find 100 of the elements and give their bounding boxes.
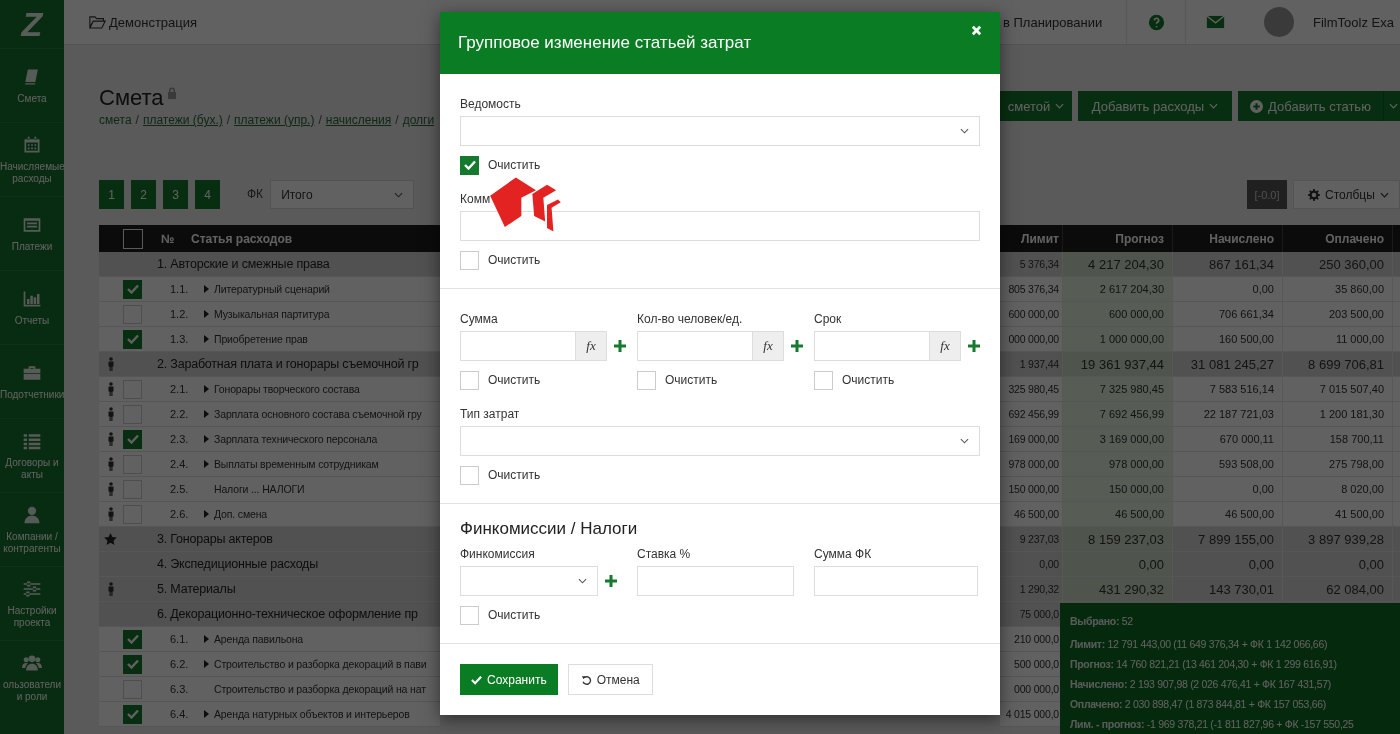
expand-icon[interactable] — [204, 285, 209, 293]
person-icon — [106, 507, 115, 521]
project-link[interactable]: Демонстрация — [89, 14, 198, 30]
fk-select[interactable]: Итого — [270, 180, 415, 209]
table-row[interactable]: 6.2. Строительство и разборка декораций в пави — [99, 652, 440, 677]
breadcrumb-link[interactable]: начисления — [325, 113, 392, 127]
table-row[interactable]: 2.1. Гонорары творческого состава — [99, 377, 440, 402]
table-cell: 1 937,44 — [1019, 358, 1059, 370]
avatar[interactable] — [1264, 7, 1294, 37]
expand-icon[interactable] — [204, 435, 209, 443]
amount-field[interactable]: fx — [814, 331, 961, 361]
formula-addon[interactable]: fx — [575, 332, 606, 360]
sidebar-item[interactable]: Компании / контрагенты — [0, 492, 64, 566]
amount-field[interactable]: fx — [460, 331, 607, 361]
table-row[interactable]: 2.6. Доп. смена — [99, 502, 440, 527]
page-button[interactable]: 2 — [131, 180, 156, 209]
row-checkbox[interactable] — [123, 429, 142, 449]
folder-icon — [89, 15, 106, 29]
sidebar-item[interactable]: ользователи и роли — [0, 640, 64, 714]
table-row[interactable]: 6.3. Строительство и разборка декораций на нат — [99, 677, 440, 702]
expand-icon[interactable] — [204, 410, 209, 418]
table-cell: 1 290,32 — [1019, 583, 1059, 595]
table-row[interactable]: 2.2. Зарплата основного состава съемочной гру — [99, 402, 440, 427]
expand-icon[interactable] — [204, 335, 209, 343]
sidebar-item[interactable]: Настройки проекта — [0, 566, 64, 640]
plus-icon[interactable] — [605, 575, 617, 587]
fee-select[interactable] — [460, 566, 598, 596]
expand-icon[interactable] — [204, 460, 209, 468]
amount-field[interactable]: fx — [637, 331, 784, 361]
expand-icon[interactable] — [204, 385, 209, 393]
table-row[interactable]: 6. Декорационно-техническое оформление пр — [99, 602, 440, 627]
expand-icon[interactable] — [204, 635, 209, 643]
comment-field[interactable] — [460, 211, 980, 241]
help-icon[interactable] — [1147, 13, 1165, 31]
sidebar-item[interactable]: Смета — [0, 48, 64, 122]
expand-icon[interactable] — [204, 310, 209, 318]
row-checkbox[interactable] — [123, 654, 142, 674]
row-checkbox[interactable] — [123, 329, 142, 349]
expand-icon[interactable] — [204, 510, 209, 518]
sliders-icon — [22, 579, 42, 599]
logo[interactable]: Z — [0, 0, 64, 48]
select-all-checkbox[interactable] — [123, 228, 143, 249]
breadcrumb-link[interactable]: платежи (бух.) — [142, 113, 223, 127]
sidebar-item[interactable]: Отчеты — [0, 270, 64, 344]
columns-button[interactable]: Столбцы — [1293, 180, 1400, 209]
action-button[interactable]: сметой — [1000, 91, 1072, 121]
action-button[interactable]: Добавить статью — [1238, 91, 1383, 121]
plus-icon[interactable] — [968, 340, 980, 352]
breadcrumb-link[interactable]: долги — [402, 113, 435, 127]
chevron-down-icon — [960, 438, 969, 444]
table-row[interactable]: 4. Экспедиционные расходы — [99, 552, 440, 577]
table-cell: 4 217 204,30 — [1088, 256, 1164, 272]
expand-icon[interactable] — [204, 710, 209, 718]
save-button[interactable]: Сохранить — [460, 664, 558, 695]
fee-sum-field[interactable] — [814, 566, 978, 596]
formula-addon[interactable]: fx — [752, 332, 783, 360]
table-row[interactable]: 6.1. Аренда павильона — [99, 627, 440, 652]
page-button[interactable]: 1 — [99, 180, 124, 209]
caret-icon — [1055, 103, 1065, 109]
page-button[interactable]: 4 — [195, 180, 220, 209]
project-status[interactable]: в Планировании — [1000, 14, 1126, 30]
table-row[interactable]: 5. Материалы — [99, 577, 440, 602]
plus-icon[interactable] — [791, 340, 803, 352]
table-row[interactable]: 2.3. Зарплата технического персонала — [99, 427, 440, 452]
page-button[interactable]: 3 — [163, 180, 188, 209]
table-row[interactable]: 1.1. Литературный сценарий — [99, 277, 440, 302]
sidebar-item[interactable]: Платежи — [0, 196, 64, 270]
sidebar-item[interactable]: Подотчетники — [0, 344, 64, 418]
table-cell: 0,00 — [1358, 556, 1384, 572]
action-button[interactable]: Добавить расходы — [1078, 91, 1232, 121]
table-row[interactable]: 2.5. Налоги ... НАЛОГИ — [99, 477, 440, 502]
row-checkbox[interactable] — [123, 629, 142, 649]
person-icon — [106, 582, 115, 596]
table-cell: 0,00 — [1138, 556, 1164, 572]
table-row[interactable]: 2. Заработная плата и гонорары съемочной гр — [99, 352, 440, 377]
mail-icon[interactable] — [1205, 15, 1225, 29]
table-row[interactable]: 1.3. Приобретение прав — [99, 327, 440, 352]
row-checkbox[interactable] — [123, 704, 142, 724]
table-row[interactable]: 1. Авторские и смежные права — [99, 252, 440, 277]
breadcrumb-link[interactable]: смета — [99, 113, 132, 127]
close-icon[interactable] — [971, 24, 982, 36]
calendar-icon — [22, 135, 42, 155]
field-label: Ведомость — [460, 96, 522, 112]
table-row[interactable]: 2.4. Выплаты временным сотрудникам — [99, 452, 440, 477]
table-row[interactable]: 3. Гонорары актеров — [99, 527, 440, 552]
dropdown-toggle[interactable] — [1383, 91, 1400, 121]
sidebar-item[interactable]: Договоры и акты — [0, 418, 64, 492]
cancel-button[interactable]: Отмена — [567, 664, 653, 695]
table-row[interactable]: 6.4. Аренда натурных объектов и интерьеров — [99, 702, 440, 727]
column-header: Лимит — [1021, 231, 1059, 246]
clear-checkbox[interactable] — [460, 155, 479, 175]
formula-addon[interactable]: fx — [929, 332, 960, 360]
row-checkbox[interactable] — [123, 279, 142, 299]
expand-icon[interactable] — [204, 660, 209, 668]
rate-field[interactable] — [637, 566, 794, 596]
table-row[interactable]: 1.2. Музыкальная партитура — [99, 302, 440, 327]
user-name[interactable]: FilmToolz Exa — [1313, 14, 1394, 30]
breadcrumb-link[interactable]: платежи (упр.) — [234, 113, 315, 127]
table-cell: 867 161,34 — [1208, 256, 1274, 272]
plus-icon[interactable] — [614, 340, 626, 352]
